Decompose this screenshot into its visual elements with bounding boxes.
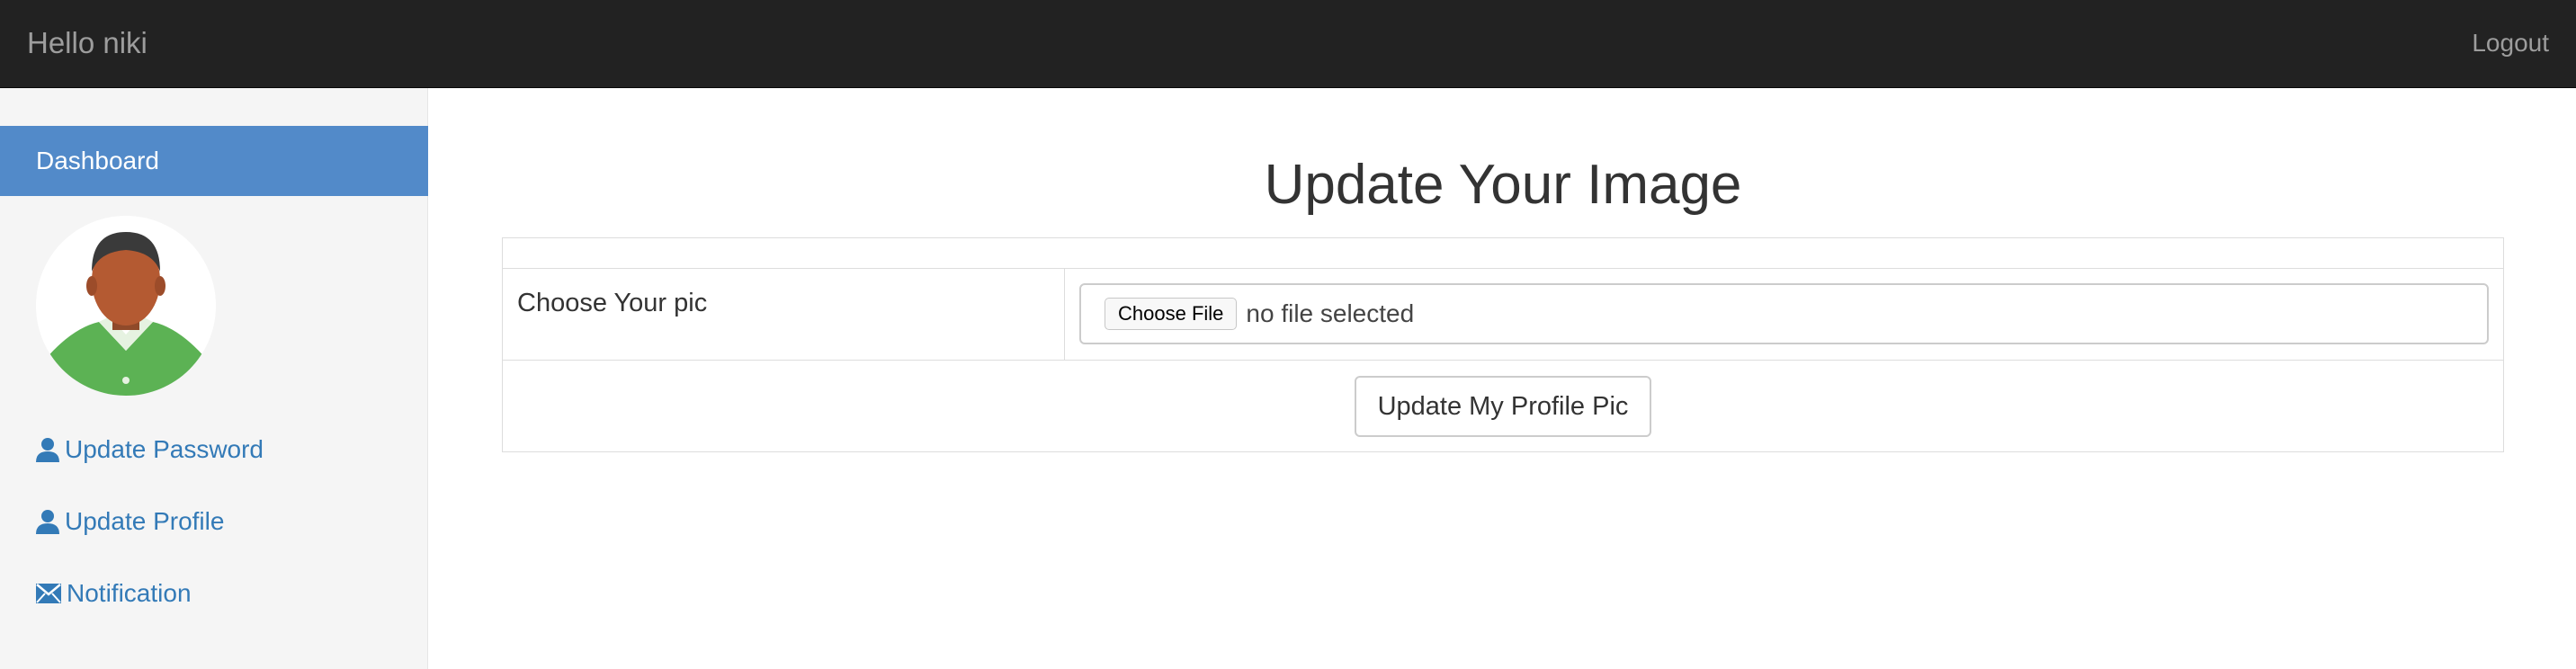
top-navbar: Hello niki Logout bbox=[0, 0, 2576, 88]
table-row: Choose Your pic Choose File no file sele… bbox=[502, 268, 2504, 361]
choose-file-button[interactable]: Choose File bbox=[1105, 298, 1238, 330]
submit-cell: Update My Profile Pic bbox=[502, 360, 2504, 452]
user-avatar-icon bbox=[36, 216, 216, 396]
table-row: Update My Profile Pic bbox=[502, 360, 2504, 452]
avatar bbox=[36, 216, 216, 396]
sidebar-item-update-profile[interactable]: Update Profile bbox=[36, 504, 224, 540]
update-profile-pic-button[interactable]: Update My Profile Pic bbox=[1354, 376, 1652, 437]
file-row-label: Choose Your pic bbox=[502, 268, 1065, 361]
page-title: Update Your Image bbox=[1264, 154, 1742, 216]
sidebar: Dashboard Update Password Update Profile… bbox=[0, 88, 428, 669]
upload-form-table: Choose Your pic Choose File no file sele… bbox=[502, 237, 2504, 452]
file-status-text: no file selected bbox=[1246, 299, 1415, 327]
file-input[interactable]: Choose File no file selected bbox=[1079, 283, 2489, 344]
navbar-brand[interactable]: Hello niki bbox=[27, 0, 148, 86]
logout-link[interactable]: Logout bbox=[2472, 0, 2549, 86]
sidebar-item-update-password[interactable]: Update Password bbox=[36, 432, 264, 468]
sidebar-item-label: Notification bbox=[67, 579, 192, 607]
user-icon bbox=[36, 510, 59, 534]
user-icon bbox=[36, 438, 59, 462]
sidebar-item-dashboard[interactable]: Dashboard bbox=[0, 126, 428, 196]
sidebar-item-label: Update Profile bbox=[65, 507, 225, 535]
empty-header-cell bbox=[502, 237, 2504, 269]
sidebar-item-notification[interactable]: Notification bbox=[36, 575, 192, 611]
table-row bbox=[502, 237, 2504, 269]
sidebar-item-label: Update Password bbox=[65, 435, 264, 463]
envelope-icon bbox=[36, 584, 61, 603]
file-input-cell: Choose File no file selected bbox=[1064, 268, 2504, 361]
